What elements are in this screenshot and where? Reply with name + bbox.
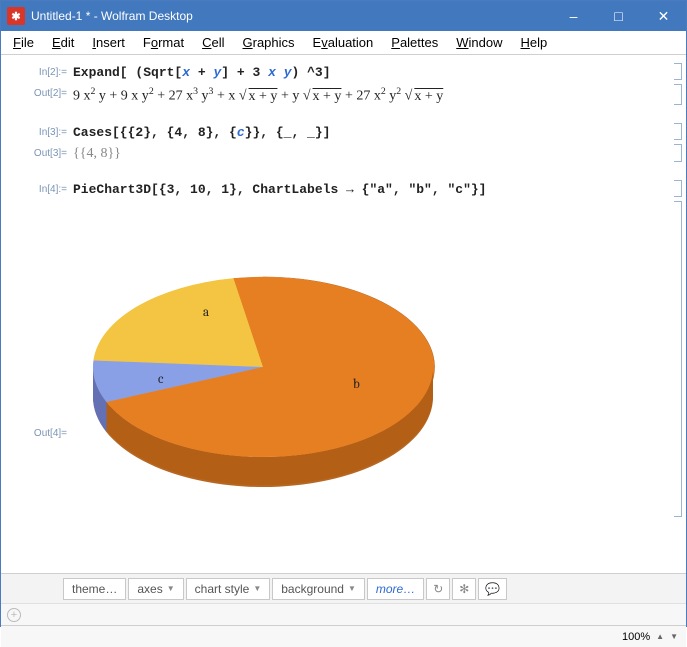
plus-icon[interactable]: + (7, 608, 21, 622)
menu-graphics[interactable]: Graphics (235, 33, 303, 52)
pie-chart-svg (73, 207, 453, 517)
more-button[interactable]: more… (367, 578, 424, 600)
dropdown-icon: ▼ (348, 584, 356, 593)
cell-label-out4: Out[4]= (1, 278, 73, 439)
titlebar: ✱ Untitled-1 * - Wolfram Desktop – □ ✕ (1, 1, 686, 31)
notebook-area[interactable]: In[2]:= Expand[ (Sqrt[x + y] + 3 x y) ^3… (1, 55, 686, 573)
menu-cell[interactable]: Cell (194, 33, 232, 52)
cell-label-out2: Out[2]= (1, 84, 73, 99)
code-text: ) ^3] (292, 65, 331, 80)
cell-label-out3: Out[3]= (1, 144, 73, 159)
menu-palettes[interactable]: Palettes (383, 33, 446, 52)
new-cell-row[interactable]: + (1, 603, 686, 625)
code-text: PieChart3D[{3, 10, 1}, ChartLabels → {"a… (73, 182, 486, 197)
minimize-button[interactable]: – (551, 1, 596, 31)
code-var: y (284, 65, 292, 80)
menu-edit[interactable]: Edit (44, 33, 82, 52)
cell-content-out3: {{4, 8}} (73, 144, 668, 162)
menu-insert[interactable]: Insert (84, 33, 133, 52)
cell-label-in4: In[4]:= (1, 180, 73, 195)
menu-window[interactable]: Window (448, 33, 510, 52)
menubar: File Edit Insert Format Cell Graphics Ev… (1, 31, 686, 55)
status-bar: 100% ▲ ▼ (1, 625, 686, 647)
output-cell-4[interactable]: Out[4]= (1, 199, 686, 519)
cell-bracket[interactable] (674, 84, 682, 105)
code-text: Cases[{{2}, {4, 8}, { (73, 125, 237, 140)
code-var: x (182, 65, 190, 80)
background-button[interactable]: background ▼ (272, 578, 365, 600)
dropdown-icon: ▼ (253, 584, 261, 593)
pie-chart-3d[interactable]: a b c (73, 207, 453, 517)
button-label: theme… (72, 582, 117, 596)
code-var: x (268, 65, 276, 80)
app-icon: ✱ (7, 7, 25, 25)
code-var: c (237, 125, 245, 140)
gear-icon[interactable]: ✻ (452, 578, 476, 600)
output-cell-2[interactable]: Out[2]= 9 x2 y + 9 x y2 + 27 x3 y3 + x √… (1, 82, 686, 107)
pie-label-b: b (353, 377, 360, 392)
zoom-up-icon[interactable]: ▲ (656, 632, 664, 641)
menu-help[interactable]: Help (513, 33, 556, 52)
menu-file[interactable]: File (5, 33, 42, 52)
zoom-level[interactable]: 100% (622, 631, 650, 643)
cell-content-out4[interactable]: a b c (73, 201, 668, 517)
dropdown-icon: ▼ (167, 584, 175, 593)
code-text: + (190, 65, 213, 80)
menu-format[interactable]: Format (135, 33, 192, 52)
menu-evaluation[interactable]: Evaluation (305, 33, 382, 52)
cell-bracket[interactable] (674, 123, 682, 140)
pie-label-a: a (203, 305, 209, 320)
theme-button[interactable]: theme… (63, 578, 126, 600)
input-cell-2[interactable]: In[2]:= Expand[ (Sqrt[x + y] + 3 x y) ^3… (1, 61, 686, 82)
cell-label-in3: In[3]:= (1, 123, 73, 138)
button-label: background (281, 582, 344, 596)
cell-content-in2[interactable]: Expand[ (Sqrt[x + y] + 3 x y) ^3] (73, 63, 668, 80)
input-cell-3[interactable]: In[3]:= Cases[{{2}, {4, 8}, {c}}, {_, _}… (1, 121, 686, 142)
cell-content-in3[interactable]: Cases[{{2}, {4, 8}, {c}}, {_, _}] (73, 123, 668, 140)
zoom-down-icon[interactable]: ▼ (670, 632, 678, 641)
chart-style-button[interactable]: chart style▼ (186, 578, 271, 600)
cell-content-out2: 9 x2 y + 9 x y2 + 27 x3 y3 + x √x + y + … (73, 84, 668, 105)
axes-button[interactable]: axes ▼ (128, 578, 183, 600)
suggestions-bar: theme… axes▼ chart style▼ background▼ mo… (1, 573, 686, 603)
input-cell-4[interactable]: In[4]:= PieChart3D[{3, 10, 1}, ChartLabe… (1, 178, 686, 199)
cell-bracket[interactable] (674, 63, 682, 80)
cell-bracket[interactable] (674, 144, 682, 162)
cell-label-in2: In[2]:= (1, 63, 73, 78)
output-cell-3[interactable]: Out[3]= {{4, 8}} (1, 142, 686, 164)
chat-icon[interactable]: 💬 (478, 578, 507, 600)
button-label: more… (376, 582, 415, 596)
maximize-button[interactable]: □ (596, 1, 641, 31)
code-text: Expand[ (Sqrt[ (73, 65, 182, 80)
button-label: chart style (195, 582, 250, 596)
code-text: }}, {_, _}] (245, 125, 331, 140)
pie-label-c: c (158, 372, 163, 387)
cell-bracket[interactable] (674, 201, 682, 517)
cell-bracket[interactable] (674, 180, 682, 197)
cell-content-in4[interactable]: PieChart3D[{3, 10, 1}, ChartLabels → {"a… (73, 180, 668, 197)
close-button[interactable]: ✕ (641, 1, 686, 31)
button-label: axes (137, 582, 162, 596)
refresh-icon[interactable]: ↻ (426, 578, 450, 600)
code-text: ] + 3 (221, 65, 268, 80)
window-controls: – □ ✕ (551, 1, 686, 31)
window-title: Untitled-1 * - Wolfram Desktop (31, 9, 551, 23)
